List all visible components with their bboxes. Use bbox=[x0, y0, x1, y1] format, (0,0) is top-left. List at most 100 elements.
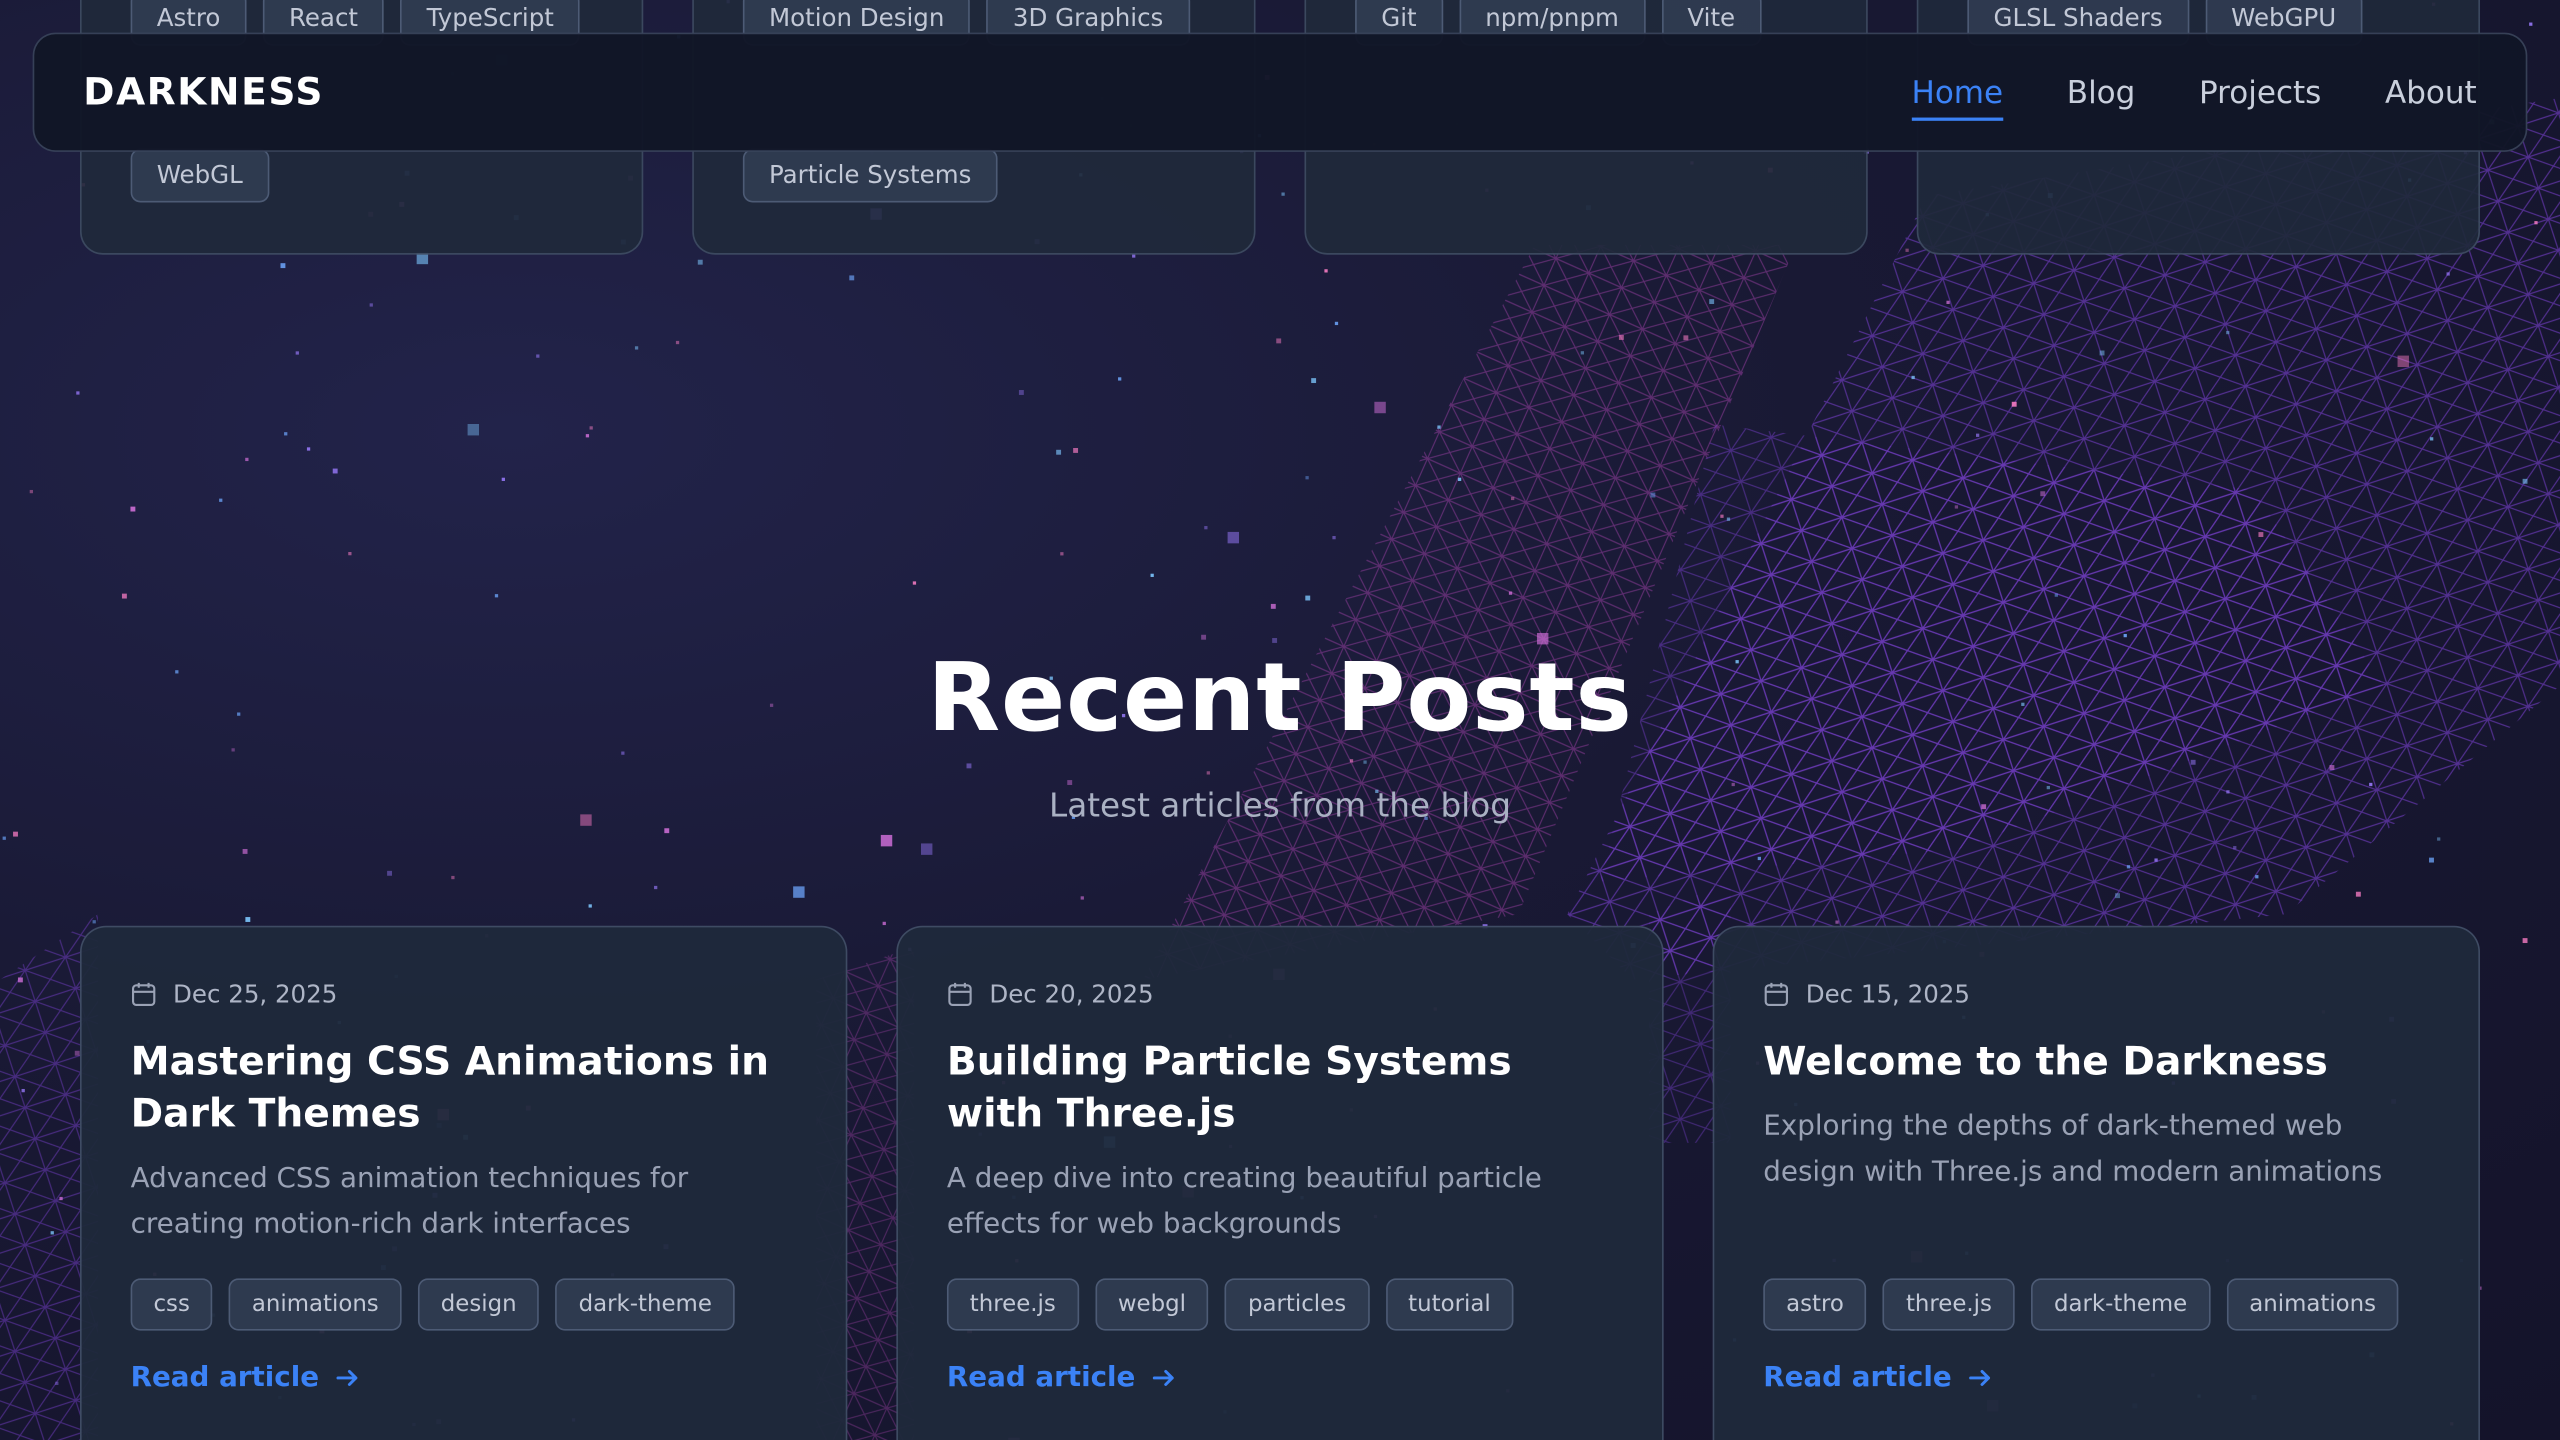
post-tag[interactable]: dark-theme bbox=[2031, 1278, 2211, 1331]
particle bbox=[654, 885, 658, 890]
particle bbox=[59, 1196, 63, 1201]
particle bbox=[369, 303, 373, 307]
particle bbox=[451, 875, 455, 880]
navbar: DARKNESS Home Blog Projects About bbox=[32, 32, 2528, 152]
particle bbox=[1437, 425, 1441, 429]
brand-logo[interactable]: DARKNESS bbox=[83, 71, 324, 113]
particle bbox=[849, 275, 855, 281]
post-description: Exploring the depths of dark-themed web … bbox=[1763, 1110, 2383, 1189]
particle bbox=[1332, 535, 1336, 540]
arrow-right-icon bbox=[1969, 1369, 1991, 1386]
post-card[interactable]: Dec 15, 2025 Welcome to the Darkness Exp… bbox=[1712, 925, 2480, 1440]
particle bbox=[1374, 401, 1386, 414]
post-tag[interactable]: three.js bbox=[946, 1278, 1079, 1331]
particle bbox=[588, 904, 592, 908]
post-tag[interactable]: dark-theme bbox=[555, 1278, 735, 1331]
particle bbox=[280, 263, 286, 269]
particle bbox=[1118, 377, 1122, 381]
particle bbox=[2054, 593, 2058, 597]
post-date: Dec 25, 2025 bbox=[131, 976, 797, 1012]
particle bbox=[245, 917, 251, 922]
post-tag[interactable]: animations bbox=[229, 1278, 402, 1331]
post-card[interactable]: Dec 20, 2025 Building Particle Systems w… bbox=[896, 925, 1664, 1440]
particle bbox=[21, 1088, 25, 1093]
particle bbox=[536, 354, 540, 358]
read-article-link[interactable]: Read article bbox=[131, 1362, 362, 1394]
particle bbox=[1206, 771, 1210, 775]
particle bbox=[585, 434, 590, 438]
post-tag[interactable]: animations bbox=[2226, 1278, 2399, 1331]
particle bbox=[387, 870, 392, 876]
particle bbox=[2446, 272, 2450, 276]
particle bbox=[2522, 478, 2528, 484]
particle bbox=[1305, 476, 1309, 480]
particle bbox=[2429, 857, 2434, 863]
particle bbox=[1946, 300, 1950, 304]
particle bbox=[1334, 321, 1339, 326]
arrow-right-icon bbox=[337, 1369, 359, 1386]
post-tag[interactable]: three.js bbox=[1883, 1278, 2015, 1331]
particle bbox=[966, 763, 972, 769]
particle bbox=[1201, 634, 1207, 640]
calendar-icon bbox=[131, 982, 156, 1006]
particle bbox=[2529, 22, 2533, 26]
particle bbox=[348, 551, 352, 556]
nav-link-home[interactable]: Home bbox=[1911, 64, 2004, 120]
particle bbox=[1709, 299, 1715, 304]
particle bbox=[589, 426, 593, 430]
particle bbox=[2522, 938, 2528, 944]
post-title[interactable]: Mastering CSS Animations in Dark Themes bbox=[131, 1035, 797, 1139]
post-date-text: Dec 20, 2025 bbox=[989, 979, 1154, 1009]
post-tag[interactable]: webgl bbox=[1094, 1278, 1209, 1331]
particle bbox=[29, 489, 33, 494]
nav-link-about[interactable]: About bbox=[2385, 64, 2477, 120]
particle bbox=[2011, 401, 2017, 407]
read-article-link[interactable]: Read article bbox=[1763, 1361, 1994, 1395]
post-card[interactable]: Dec 25, 2025 Mastering CSS Animations in… bbox=[79, 925, 848, 1440]
particle bbox=[2190, 759, 2196, 765]
particle bbox=[332, 468, 338, 474]
section-title: Recent Posts bbox=[927, 641, 1633, 753]
nav-link-blog[interactable]: Blog bbox=[2067, 64, 2136, 120]
particle bbox=[1276, 338, 1282, 344]
particle bbox=[2115, 893, 2120, 899]
particle bbox=[793, 886, 805, 898]
post-title[interactable]: Welcome to the Darkness bbox=[1763, 1035, 2429, 1087]
particle bbox=[882, 921, 886, 926]
particle bbox=[295, 351, 299, 355]
post-tag[interactable]: css bbox=[130, 1278, 213, 1331]
particle bbox=[2437, 837, 2441, 841]
post-tag[interactable]: design bbox=[417, 1278, 540, 1331]
particle bbox=[2, 836, 6, 840]
particle bbox=[1835, 920, 1839, 924]
particle bbox=[1911, 375, 1915, 380]
particle bbox=[2355, 891, 2361, 897]
particle bbox=[2126, 865, 2131, 869]
particle bbox=[1363, 760, 1367, 764]
post-tag[interactable]: tutorial bbox=[1385, 1278, 1514, 1331]
nav-link-projects[interactable]: Projects bbox=[2199, 64, 2321, 120]
arrow-right-icon bbox=[1153, 1369, 1175, 1386]
post-date: Dec 20, 2025 bbox=[947, 976, 1613, 1012]
particle bbox=[494, 594, 499, 598]
particle bbox=[1975, 433, 1980, 437]
post-date-text: Dec 25, 2025 bbox=[173, 979, 338, 1009]
particle bbox=[1281, 192, 1285, 196]
particle bbox=[2099, 350, 2105, 356]
skill-tag: WebGL bbox=[130, 148, 269, 203]
particle bbox=[1618, 335, 1624, 340]
post-tag[interactable]: astro bbox=[1763, 1278, 1867, 1331]
particle bbox=[1683, 335, 1689, 341]
read-article-link[interactable]: Read article bbox=[947, 1362, 1178, 1394]
particle bbox=[284, 432, 288, 436]
particle bbox=[50, 1231, 54, 1235]
particle bbox=[2154, 858, 2158, 862]
post-title[interactable]: Building Particle Systems with Three.js bbox=[947, 1035, 1613, 1139]
particle bbox=[1060, 552, 1064, 556]
post-tags: astro three.js dark-theme animations bbox=[1763, 1278, 2399, 1331]
particle bbox=[1757, 856, 1761, 861]
post-description: Advanced CSS animation techniques for cr… bbox=[130, 1162, 689, 1241]
particle bbox=[1650, 492, 1656, 498]
post-tag[interactable]: particles bbox=[1225, 1278, 1370, 1331]
read-article-label: Read article bbox=[1763, 1361, 1952, 1395]
